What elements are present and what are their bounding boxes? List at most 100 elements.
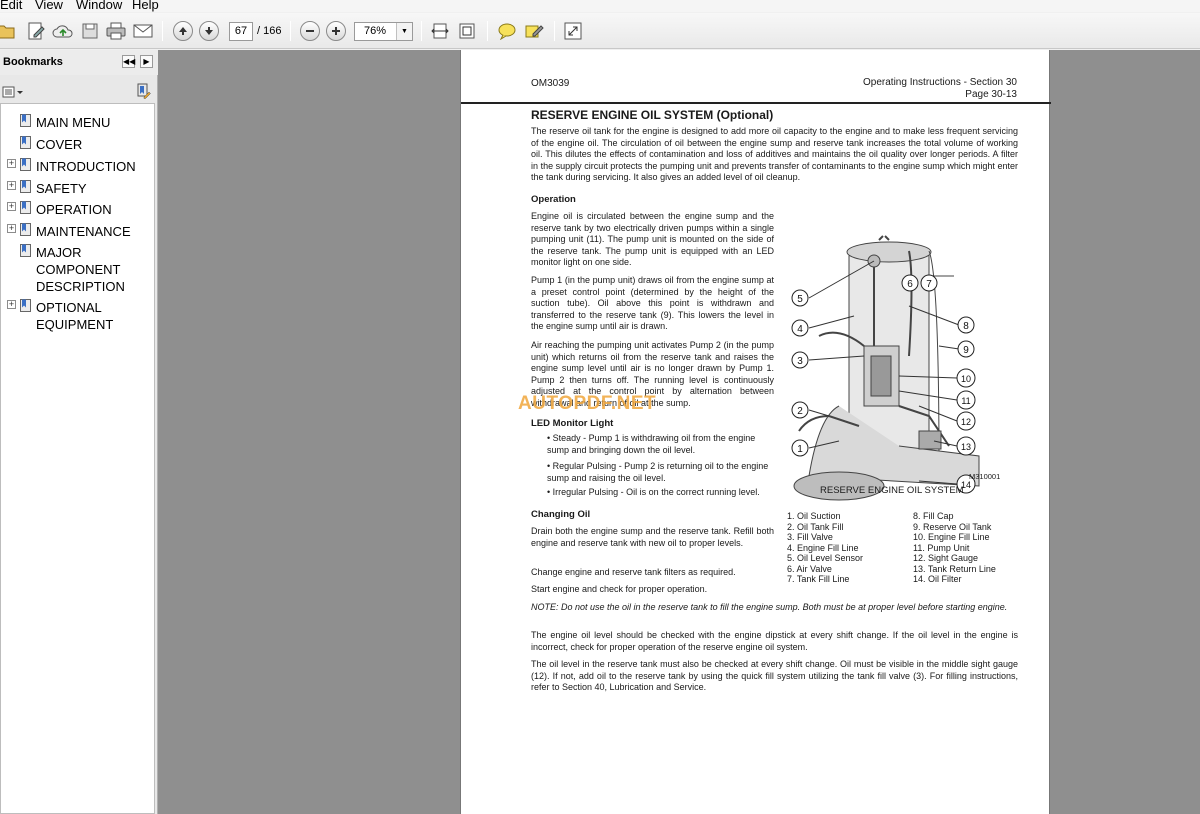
bookmark-safety[interactable]: + SAFETY [1,178,156,198]
bookmark-label: COMPONENT [36,262,121,277]
panel-next-button[interactable]: ▶ [140,55,153,68]
expand-icon[interactable]: + [7,181,16,190]
led-item: • Regular Pulsing - Pump 2 is returning … [547,461,769,483]
engine-level-paragraph: The engine oil level should be checked w… [531,630,1018,652]
expand-icon[interactable]: + [7,224,16,233]
callout-3: 3 [791,351,809,369]
document-viewport[interactable]: OM3039 Operating Instructions - Section … [163,50,1200,814]
zoom-in-button[interactable] [324,19,348,43]
callout-1: 1 [791,439,809,457]
callout-13: 13 [956,436,976,456]
header-rule [461,102,1051,104]
fit-width-icon[interactable] [428,19,452,43]
expand-icon[interactable]: + [7,202,16,211]
callout-8: 8 [957,316,975,334]
callout-5: 5 [791,289,809,307]
legend-item: 2. Oil Tank Fill [787,521,844,532]
svg-text:5: 5 [797,294,803,305]
menu-edit[interactable]: Edit [0,0,22,12]
bookmark-label: DESCRIPTION [36,279,125,294]
email-icon[interactable] [131,19,155,43]
bookmark-maintenance[interactable]: + MAINTENANCE [1,221,156,241]
reserve-oil-system-figure: 5 4 3 2 1 6 7 8 9 10 11 12 13 14 [791,235,980,501]
intro-paragraph: The reserve oil tank for the engine is d… [531,126,1018,182]
changing-oil-paragraph-3: Start engine and check for proper operat… [531,584,708,594]
callout-6: 6 [901,274,919,292]
bookmark-icon [20,223,31,236]
toolbar-separator [421,21,422,41]
svg-text:12: 12 [961,417,971,427]
bookmarks-toolbar [0,77,158,103]
toolbar-separator [554,21,555,41]
expand-icon[interactable]: + [7,159,16,168]
bookmark-optional-equipment[interactable]: + OPTIONAL EQUIPMENT [1,297,156,335]
svg-text:10: 10 [961,374,971,384]
legend-item: 7. Tank Fill Line [787,574,850,584]
create-pdf-icon[interactable] [24,19,48,43]
changing-oil-heading: Changing Oil [531,509,591,520]
note-paragraph: NOTE: Do not use the oil in the reserve … [531,602,1008,612]
options-menu-icon[interactable] [2,85,24,103]
legend-item: 9. Reserve Oil Tank [913,521,992,532]
upload-cloud-icon[interactable] [51,19,75,43]
expand-icon[interactable]: + [7,300,16,309]
legend-item: 4. Engine Fill Line [787,542,859,553]
pdf-page: OM3039 Operating Instructions - Section … [460,50,1051,814]
bookmark-icon [20,244,31,257]
changing-oil-paragraph-1: Drain both the engine sump and the reser… [531,526,774,548]
callout-9: 9 [957,340,975,358]
toolbar-separator [290,21,291,41]
legend-left: 1. Oil Suction 2. Oil Tank Fill 3. Fill … [787,511,863,585]
led-heading: LED Monitor Light [531,418,614,429]
save-icon[interactable] [78,19,102,43]
bookmarks-title: Bookmarks [3,56,63,68]
bookmark-introduction[interactable]: + INTRODUCTION [1,156,156,176]
expand-icon[interactable] [561,19,585,43]
bookmark-main-menu[interactable]: MAIN MENU [1,112,156,132]
legend-item: 3. Fill Valve [787,532,833,542]
svg-text:11: 11 [961,396,970,406]
toolbar: 67 / 166 76% ▼ [0,13,1200,49]
zoom-value: 76% [364,25,387,37]
bookmark-cover[interactable]: COVER [1,134,156,154]
chevron-down-icon[interactable]: ▼ [396,23,412,40]
new-bookmark-icon[interactable] [135,83,151,104]
callout-7: 7 [920,274,938,292]
bookmarks-panel: Bookmarks ◀◀ ▶ MAIN MENU COVER + INTRODU… [0,50,158,814]
arrow-down-icon [199,21,219,41]
collapse-panel-button[interactable]: ◀◀ [122,55,135,68]
legend-item: 14. Oil Filter [913,574,962,584]
page-number: Page 30-13 [965,89,1017,100]
legend-item: 12. Sight Gauge [913,553,979,563]
figure-caption: RESERVE ENGINE OIL SYSTEM [820,485,964,496]
page-number-input[interactable]: 67 [229,22,253,41]
bookmark-label: COVER [36,137,83,152]
svg-text:13: 13 [961,442,971,452]
open-icon[interactable] [0,19,18,43]
bookmark-operation[interactable]: + OPERATION [1,199,156,219]
zoom-select[interactable]: 76% ▼ [354,22,413,41]
changing-oil-paragraph-2: Change engine and reserve tank filters a… [531,567,736,577]
print-icon[interactable] [104,19,128,43]
legend-item: 5. Oil Level Sensor [787,553,864,563]
previous-page-button[interactable] [171,19,195,43]
bookmark-label: MAIN MENU [36,115,111,130]
toolbar-separator [162,21,163,41]
bookmark-label: SAFETY [36,181,87,196]
menu-view[interactable]: View [35,0,63,12]
legend-item: 8. Fill Cap [913,511,954,521]
zoom-out-button[interactable] [298,19,322,43]
menu-help[interactable]: Help [132,0,159,12]
bookmark-icon [20,158,31,171]
svg-text:1: 1 [797,444,803,455]
menu-window[interactable]: Window [76,0,122,12]
legend-item: 11. Pump Unit [913,542,970,553]
callout-2: 2 [791,401,809,419]
highlight-icon[interactable] [522,19,546,43]
next-page-button[interactable] [197,19,221,43]
bookmark-major-component-description[interactable]: MAJOR COMPONENT DESCRIPTION [1,242,156,298]
fit-page-icon[interactable] [455,19,479,43]
svg-text:8: 8 [963,321,969,332]
comment-icon[interactable] [495,19,519,43]
legend-item: 10. Engine Fill Line [913,532,990,542]
